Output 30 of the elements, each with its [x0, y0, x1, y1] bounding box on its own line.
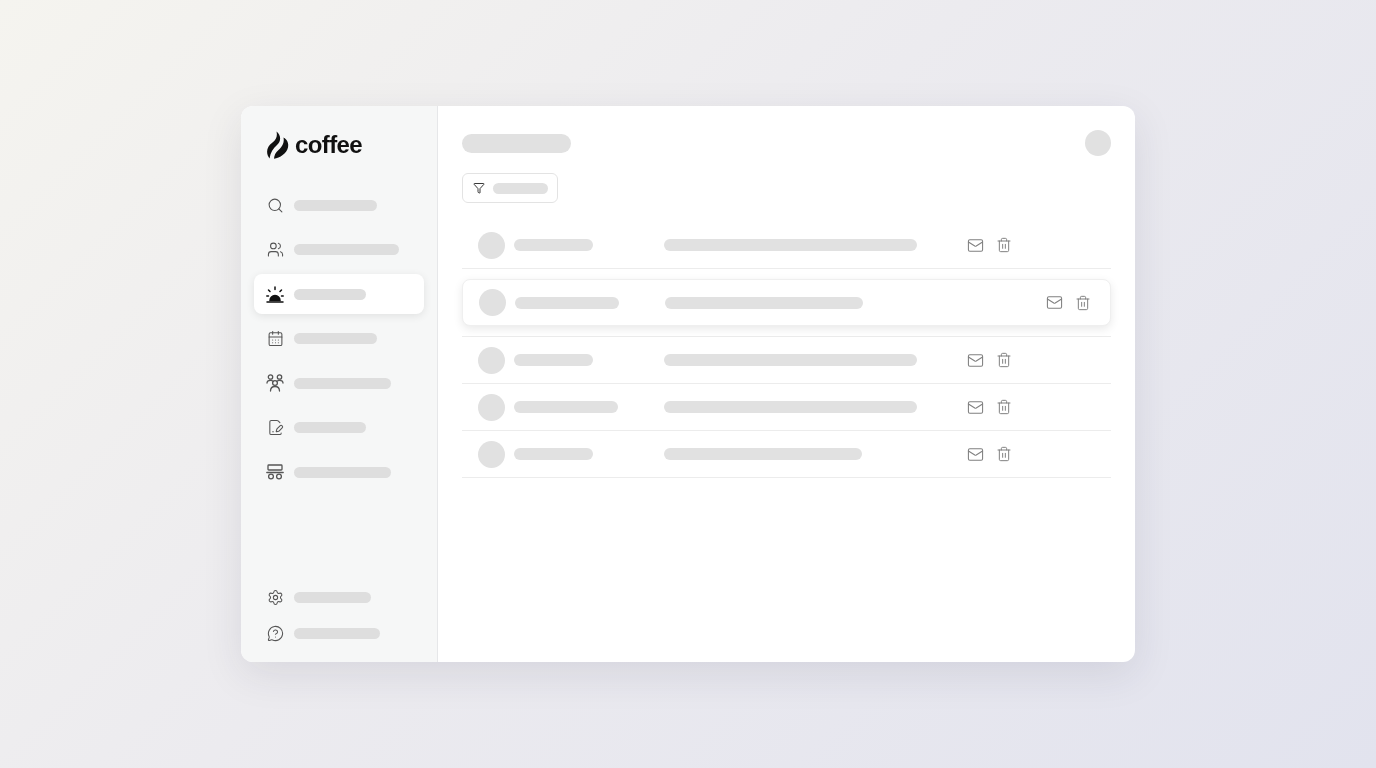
calendar-icon [266, 330, 284, 347]
mail-icon[interactable] [967, 398, 984, 416]
document-edit-icon [266, 419, 284, 436]
filter-button[interactable] [462, 173, 558, 203]
mail-icon[interactable] [1046, 294, 1063, 311]
avatar-placeholder [478, 231, 505, 259]
settings-icon [266, 588, 284, 606]
delete-icon[interactable] [996, 446, 1012, 462]
alarm-light-icon [266, 285, 284, 303]
help-icon [266, 624, 284, 642]
mail-icon[interactable] [967, 445, 984, 463]
avatar-placeholder [478, 346, 505, 374]
search-icon [266, 196, 284, 214]
delete-icon[interactable] [996, 399, 1012, 415]
avatar-placeholder [478, 440, 505, 468]
delete-icon[interactable] [996, 237, 1012, 253]
logo-text: coffee [295, 133, 363, 157]
mail-icon[interactable] [967, 351, 984, 369]
users-icon [266, 241, 284, 258]
wheeled-cart-icon [266, 464, 284, 480]
group-icon [266, 374, 284, 392]
delete-icon[interactable] [1075, 294, 1091, 311]
delete-icon[interactable] [996, 352, 1012, 368]
flame-logo-icon [266, 131, 289, 159]
nav-item[interactable] [254, 274, 424, 314]
filter-icon [473, 182, 485, 194]
mail-icon[interactable] [967, 236, 984, 254]
avatar-placeholder[interactable] [1085, 130, 1111, 156]
avatar-placeholder [479, 289, 506, 316]
avatar-placeholder [478, 393, 505, 421]
